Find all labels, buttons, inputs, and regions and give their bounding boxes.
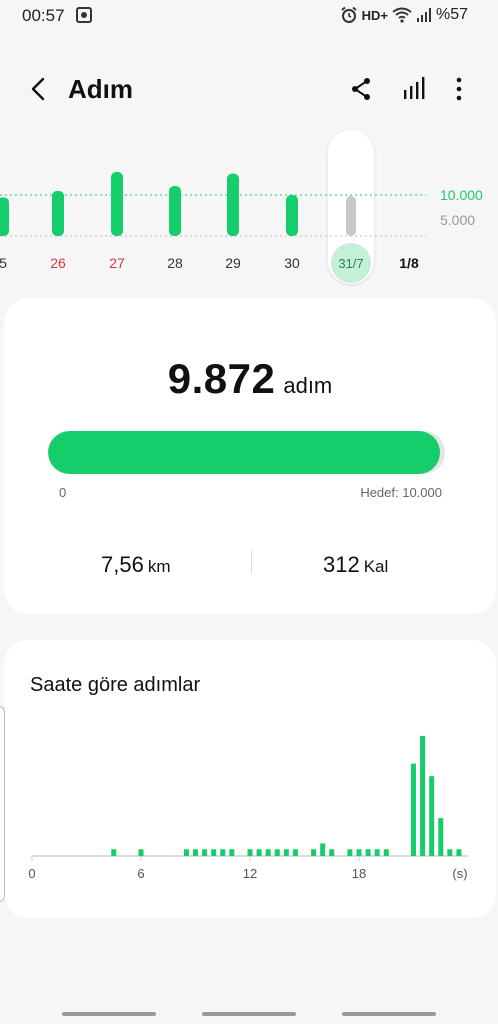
back-button[interactable] xyxy=(24,74,54,104)
status-bar: 00:57 HD+ %57 xyxy=(0,0,498,34)
progress-start-label: 0 xyxy=(59,485,67,500)
alarm-icon xyxy=(340,6,357,23)
goal-label: Hedef: 10.000 xyxy=(360,485,442,500)
mid-axis-label: 5.000 xyxy=(440,212,475,228)
step-count-unit: adım xyxy=(283,373,333,398)
day-label[interactable]: 28 xyxy=(167,255,183,271)
day-label[interactable]: 29 xyxy=(225,255,241,271)
hour-bar xyxy=(411,763,416,856)
hour-bar xyxy=(456,849,462,856)
hour-bar xyxy=(202,849,208,856)
hourly-steps-card: Saate göre adımlar 0 6 12 18 (s) xyxy=(4,640,496,918)
day-bar[interactable] xyxy=(286,195,298,236)
x-tick-label: (s) xyxy=(452,866,467,881)
hour-bar xyxy=(229,849,235,856)
distance-value: 7,56 xyxy=(101,552,144,577)
stats-row: 7,56 km 312 Kal xyxy=(4,546,496,586)
edge-panel-handle[interactable] xyxy=(0,706,5,902)
status-icons: HD+ %57 xyxy=(340,6,468,24)
x-tick-label: 6 xyxy=(137,866,144,881)
day-label[interactable]: 1/8 xyxy=(399,255,419,271)
day-label[interactable]: 26 xyxy=(50,255,66,271)
today-summary-card: 9.872 adım 0 Hedef: 10.000 7,56 km 312 Kal xyxy=(4,298,496,614)
day-label[interactable]: 30 xyxy=(284,255,300,271)
more-options-button[interactable] xyxy=(444,74,474,104)
hour-bar xyxy=(365,849,371,856)
hour-bar xyxy=(429,776,435,856)
navigation-bar xyxy=(0,1000,498,1024)
hour-bar xyxy=(320,843,326,856)
hour-bar xyxy=(356,849,362,856)
hour-bar xyxy=(329,849,335,856)
settings-notification-icon xyxy=(76,7,92,23)
step-count-value: 9.872 xyxy=(167,355,276,402)
x-tick-label: 12 xyxy=(243,866,257,881)
hour-bar xyxy=(283,849,289,856)
hourly-steps-chart[interactable]: 0 6 12 18 (s) xyxy=(4,640,496,918)
share-icon xyxy=(352,78,370,100)
distance-unit: km xyxy=(147,557,171,576)
hour-bar xyxy=(292,849,298,856)
home-button[interactable] xyxy=(202,1012,296,1016)
distance-stat: 7,56 km xyxy=(101,552,171,578)
hour-bar xyxy=(438,818,444,856)
battery-level: %57 xyxy=(435,6,468,23)
hour-bar xyxy=(220,849,226,856)
hour-bar xyxy=(265,849,271,856)
x-tick-label: 0 xyxy=(28,866,35,881)
day-bar[interactable] xyxy=(169,185,181,236)
hour-bar xyxy=(274,849,280,856)
app-bar: Adım xyxy=(0,64,498,114)
hour-bar xyxy=(347,849,353,856)
more-vertical-icon xyxy=(456,77,462,101)
share-button[interactable] xyxy=(346,74,376,104)
hour-bar xyxy=(183,849,189,856)
step-count: 9.872 adım xyxy=(4,355,496,403)
calories-stat: 312 Kal xyxy=(323,552,388,578)
goal-progress-bar xyxy=(48,431,445,474)
stats-divider xyxy=(251,550,252,574)
calories-value: 312 xyxy=(323,552,360,577)
selected-day-badge[interactable]: 31/7 xyxy=(331,243,371,283)
recent-apps-button[interactable] xyxy=(62,1012,156,1016)
hour-bar xyxy=(374,849,380,856)
day-bar-selected[interactable] xyxy=(346,196,356,236)
bar-chart-icon xyxy=(404,77,425,99)
wifi-icon xyxy=(392,7,412,23)
hour-bar xyxy=(420,735,426,856)
hour-bar xyxy=(138,849,144,856)
network-type: HD+ xyxy=(361,7,388,23)
status-time: 00:57 xyxy=(22,6,65,25)
hour-bar xyxy=(383,849,389,856)
hour-bar xyxy=(256,849,262,856)
hour-bar xyxy=(211,849,217,856)
hour-bar xyxy=(111,849,117,856)
calories-unit: Kal xyxy=(363,557,389,576)
hour-bar xyxy=(193,849,198,856)
day-bar[interactable] xyxy=(0,197,9,236)
trends-button[interactable] xyxy=(400,74,430,104)
day-bar[interactable] xyxy=(227,173,239,236)
back-nav-button[interactable] xyxy=(342,1012,436,1016)
daily-steps-bars[interactable]: 10.000 5.000 5 26 27 28 29 30 1/8 xyxy=(0,130,498,290)
day-label[interactable]: 5 xyxy=(0,255,7,271)
daily-steps-chart[interactable]: 10.000 5.000 5 26 27 28 29 30 1/8 31/7 xyxy=(0,130,498,290)
day-label[interactable]: 27 xyxy=(109,255,125,271)
back-arrow-icon xyxy=(31,77,45,101)
day-bar[interactable] xyxy=(111,172,123,236)
hour-bar xyxy=(447,849,453,856)
page-title: Adım xyxy=(68,74,133,104)
goal-progress-fill xyxy=(48,431,440,474)
hour-bar xyxy=(247,849,253,856)
x-tick-label: 18 xyxy=(352,866,366,881)
hour-bar xyxy=(311,849,317,856)
day-bar[interactable] xyxy=(52,190,64,236)
goal-axis-label: 10.000 xyxy=(440,187,483,203)
signal-icon xyxy=(416,8,431,22)
